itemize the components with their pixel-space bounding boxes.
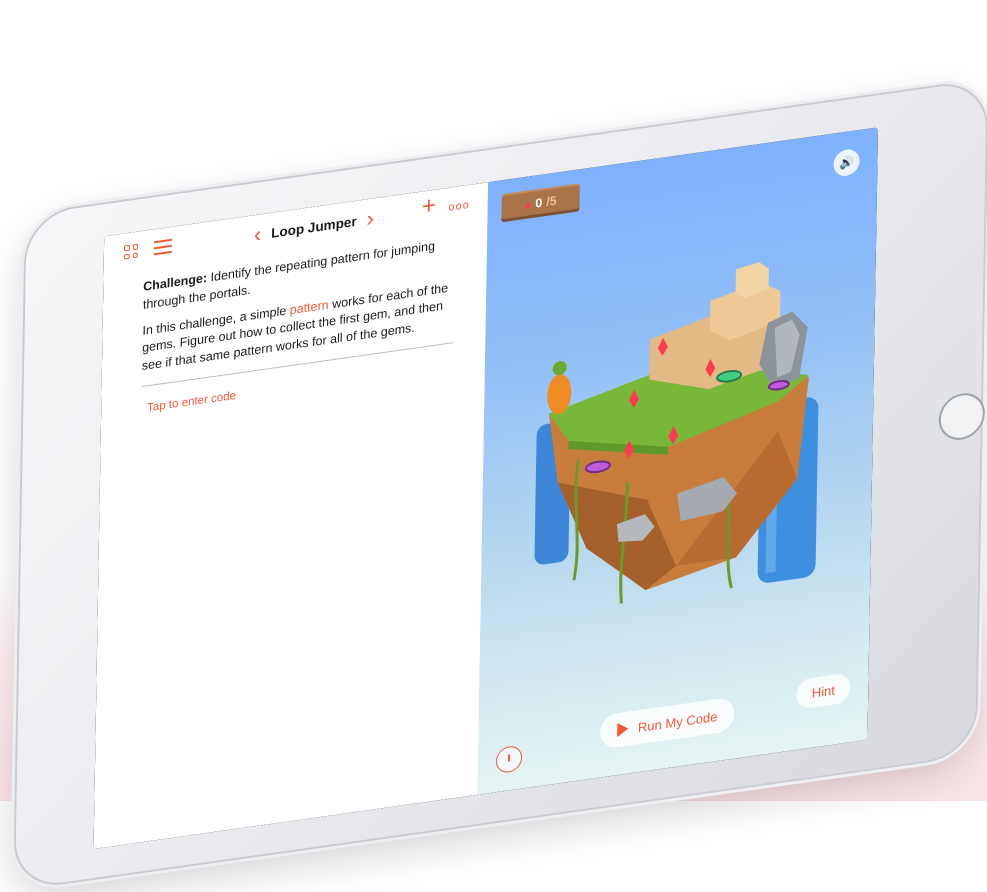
page-title: Loop Jumper [271, 213, 357, 241]
gem-counter: ♦ 0/5 [501, 183, 580, 223]
hint-button[interactable]: Hint [796, 672, 851, 710]
gems-total: /5 [546, 193, 557, 210]
run-my-code-button[interactable]: Run My Code [599, 696, 735, 750]
ipad-frame: ‹ Loop Jumper › + ooo Challenge: Identif… [15, 79, 987, 889]
add-icon[interactable]: + [422, 192, 436, 221]
editor-pane: ‹ Loop Jumper › + ooo Challenge: Identif… [93, 182, 490, 849]
list-icon[interactable] [153, 237, 172, 256]
play-icon [616, 721, 629, 738]
tilted-device-view: ‹ Loop Jumper › + ooo Challenge: Identif… [0, 0, 987, 889]
game-view: ♦ 0/5 🔊 Run My Code Hint [477, 127, 879, 795]
grid-icon[interactable] [123, 243, 138, 260]
gems-collected: 0 [535, 195, 543, 211]
home-button[interactable] [938, 390, 986, 443]
run-label: Run My Code [637, 708, 718, 735]
page-navigation: ‹ Loop Jumper › [254, 204, 375, 249]
gem-icon: ♦ [524, 196, 532, 213]
speed-gauge-icon[interactable] [495, 744, 523, 775]
more-icon[interactable]: ooo [448, 199, 470, 214]
chevron-right-icon[interactable]: › [366, 205, 374, 231]
chevron-left-icon[interactable]: ‹ [254, 221, 262, 247]
puzzle-world-illustration [534, 262, 819, 604]
pattern-link[interactable]: pattern [290, 297, 329, 317]
speaker-icon[interactable]: 🔊 [833, 147, 860, 178]
screen: ‹ Loop Jumper › + ooo Challenge: Identif… [93, 127, 879, 849]
